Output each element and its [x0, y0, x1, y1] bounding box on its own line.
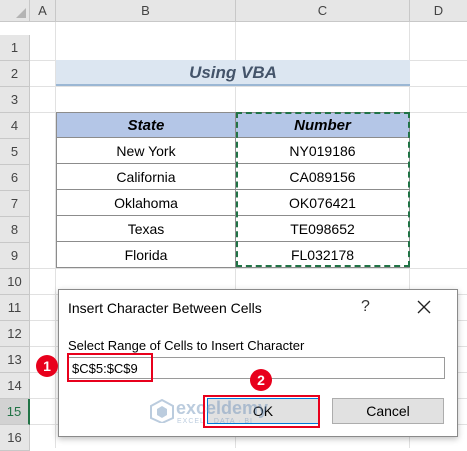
ok-button[interactable]: OK	[207, 398, 319, 424]
row-header-2[interactable]: 2	[0, 61, 30, 87]
row-header-3[interactable]: 3	[0, 87, 30, 113]
column-header-a[interactable]: A	[30, 0, 56, 22]
row-header-12[interactable]: 12	[0, 321, 30, 347]
insert-character-dialog: Insert Character Between Cells ? Select …	[58, 289, 458, 437]
row-header-7[interactable]: 7	[0, 191, 30, 217]
grid-line	[30, 86, 467, 87]
sheet-title[interactable]: Using VBA	[56, 60, 410, 86]
row-header-14[interactable]: 14	[0, 373, 30, 399]
select-all-triangle-icon	[16, 8, 26, 18]
dialog-title: Insert Character Between Cells	[68, 300, 262, 316]
column-header-d[interactable]: D	[410, 0, 467, 22]
column-header-b[interactable]: B	[56, 0, 236, 22]
row-header-8[interactable]: 8	[0, 217, 30, 243]
cell-number[interactable]: FL032178	[236, 242, 410, 268]
table-header-number[interactable]: Number	[236, 112, 410, 138]
cell-state[interactable]: California	[56, 164, 236, 190]
help-button[interactable]: ?	[361, 298, 370, 316]
column-header-c[interactable]: C	[236, 0, 410, 22]
row-header-16[interactable]: 16	[0, 425, 30, 451]
close-icon	[417, 300, 431, 314]
cell-state[interactable]: Florida	[56, 242, 236, 268]
row-header-9[interactable]: 9	[0, 243, 30, 269]
row-header-5[interactable]: 5	[0, 139, 30, 165]
dialog-prompt: Select Range of Cells to Insert Characte…	[68, 338, 305, 353]
close-button[interactable]	[411, 295, 437, 319]
table-header-state[interactable]: State	[56, 112, 236, 138]
row-header-1[interactable]: 1	[0, 35, 30, 61]
row-header-15[interactable]: 15	[0, 399, 30, 425]
cancel-button[interactable]: Cancel	[332, 398, 444, 424]
cell-state[interactable]: Texas	[56, 216, 236, 242]
row-header-11[interactable]: 11	[0, 295, 30, 321]
cell-state[interactable]: New York	[56, 138, 236, 164]
step-badge-2: 2	[250, 369, 272, 391]
select-all-corner[interactable]	[0, 0, 30, 22]
cell-number[interactable]: NY019186	[236, 138, 410, 164]
row-header-10[interactable]: 10	[0, 269, 30, 295]
step-badge-1: 1	[36, 355, 58, 377]
cell-number[interactable]: OK076421	[236, 190, 410, 216]
grid-line	[30, 268, 467, 269]
cell-number[interactable]: CA089156	[236, 164, 410, 190]
cell-state[interactable]: Oklahoma	[56, 190, 236, 216]
cell-number[interactable]: TE098652	[236, 216, 410, 242]
row-header-6[interactable]: 6	[0, 165, 30, 191]
row-header-13[interactable]: 13	[0, 347, 30, 373]
row-header-4[interactable]: 4	[0, 113, 30, 139]
